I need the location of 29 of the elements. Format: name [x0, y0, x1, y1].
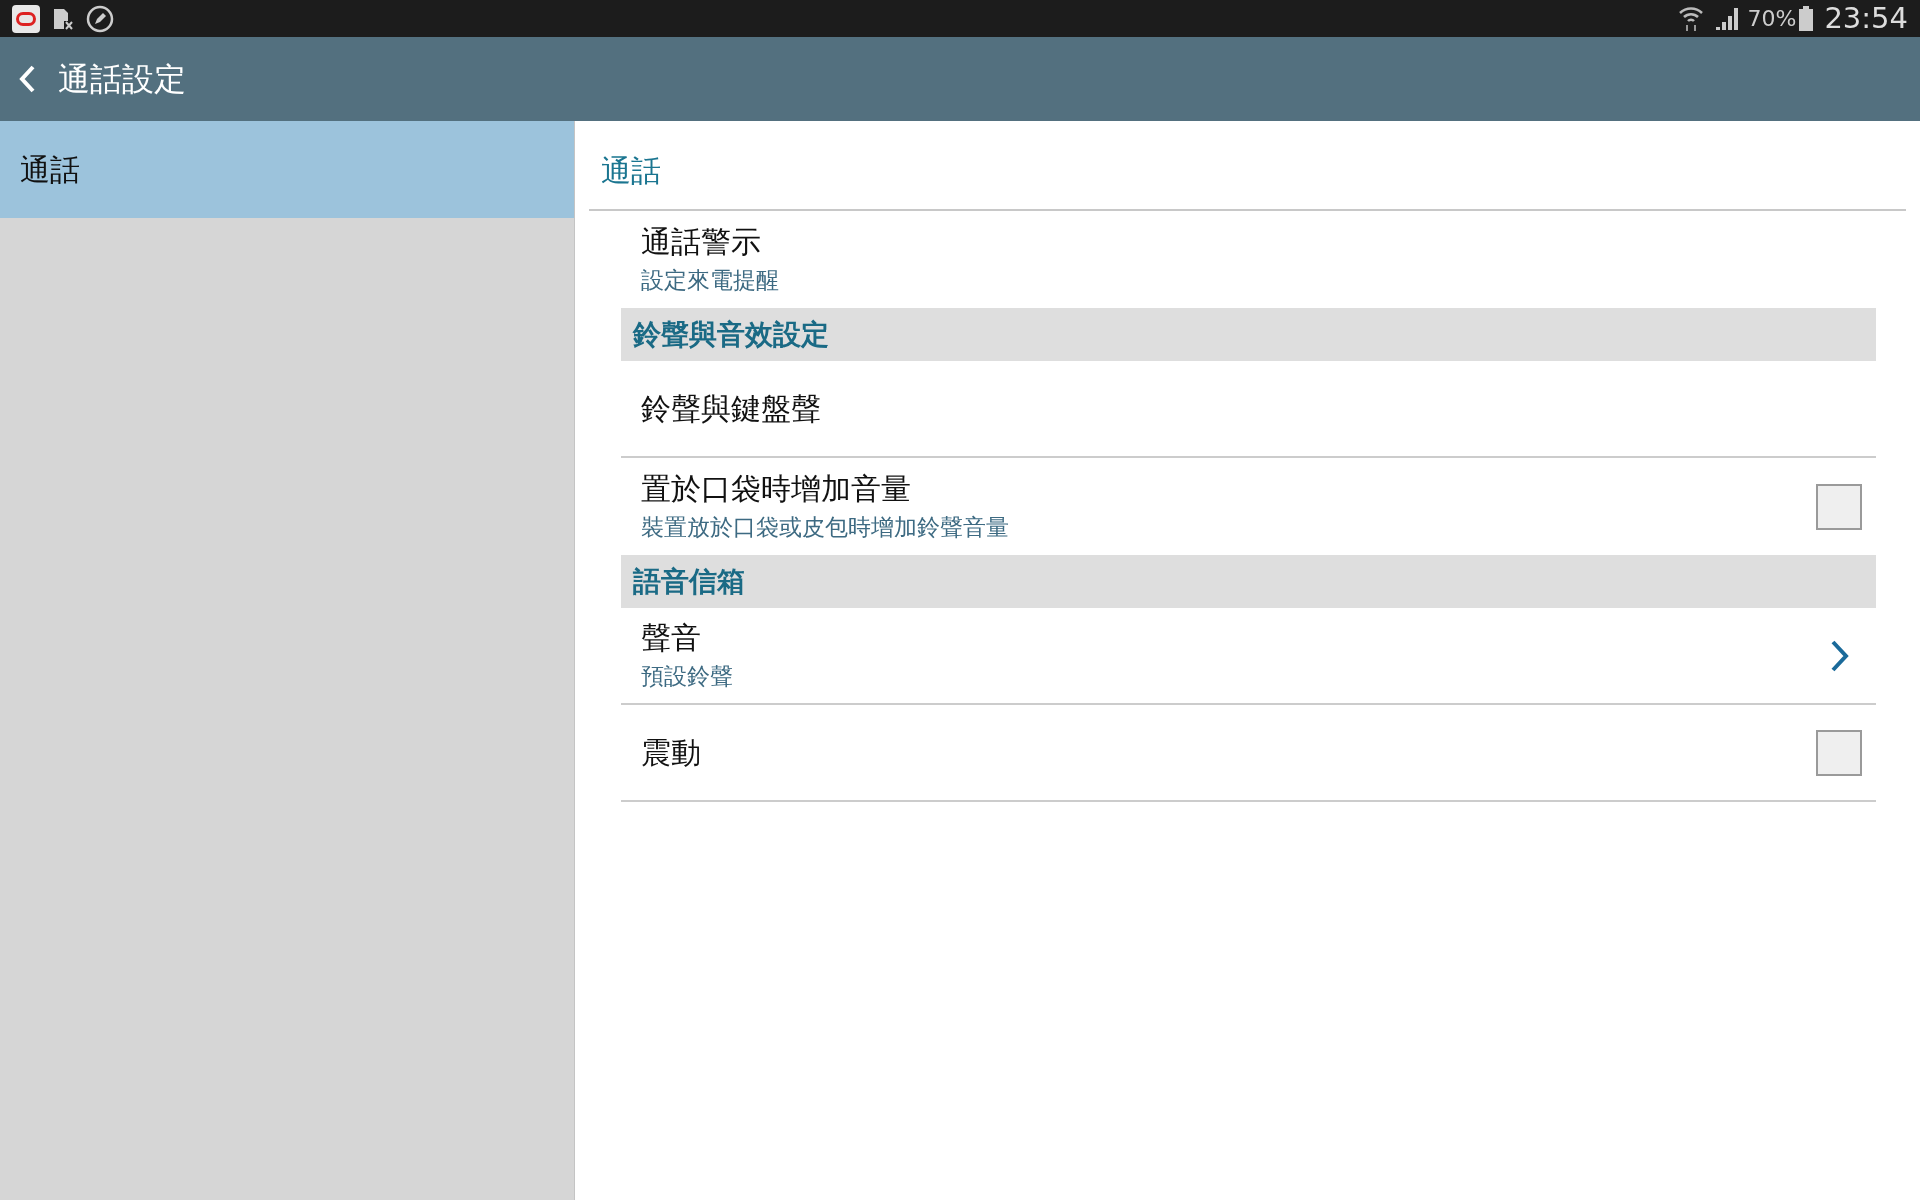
wifi-icon [1677, 4, 1704, 33]
section-header: 語音信箱 [621, 555, 1876, 608]
battery-percent: 70% [1747, 5, 1797, 33]
item-title: 置於口袋時增加音量 [641, 469, 912, 508]
clock: 23:54 [1824, 0, 1908, 37]
battery-icon [1798, 5, 1815, 32]
item-title: 聲音 [641, 618, 702, 657]
item-title: 震動 [641, 733, 702, 772]
item-subtitle: 裝置放於口袋或皮包時增加鈴聲音量 [641, 512, 1010, 542]
settings-item[interactable]: 鈴聲與鍵盤聲 [621, 361, 1876, 458]
screen-title: 通話設定 [58, 59, 186, 100]
chevron-right-icon [1830, 638, 1850, 673]
app-notification-icon [12, 4, 40, 33]
pencil-circle-icon [86, 4, 114, 33]
section-header: 鈴聲與音效設定 [621, 308, 1876, 361]
settings-item[interactable]: 通話警示 設定來電提醒 [621, 211, 1876, 308]
item-subtitle: 設定來電提醒 [641, 265, 780, 295]
settings-item[interactable]: 置於口袋時增加音量 裝置放於口袋或皮包時增加鈴聲音量 [621, 458, 1876, 555]
item-title: 鈴聲與鍵盤聲 [641, 389, 822, 428]
back-icon [18, 64, 36, 94]
settings-item[interactable]: 聲音 預設鈴聲 [621, 608, 1876, 705]
sidebar-item[interactable]: 通話 [0, 121, 574, 218]
checkbox[interactable] [1816, 483, 1862, 530]
settings-item[interactable]: 震動 [621, 705, 1876, 802]
document-icon [52, 6, 74, 31]
item-subtitle: 預設鈴聲 [641, 661, 734, 691]
item-title: 通話警示 [641, 222, 762, 261]
checkbox[interactable] [1816, 729, 1862, 776]
panel-title: 通話 [601, 151, 661, 190]
